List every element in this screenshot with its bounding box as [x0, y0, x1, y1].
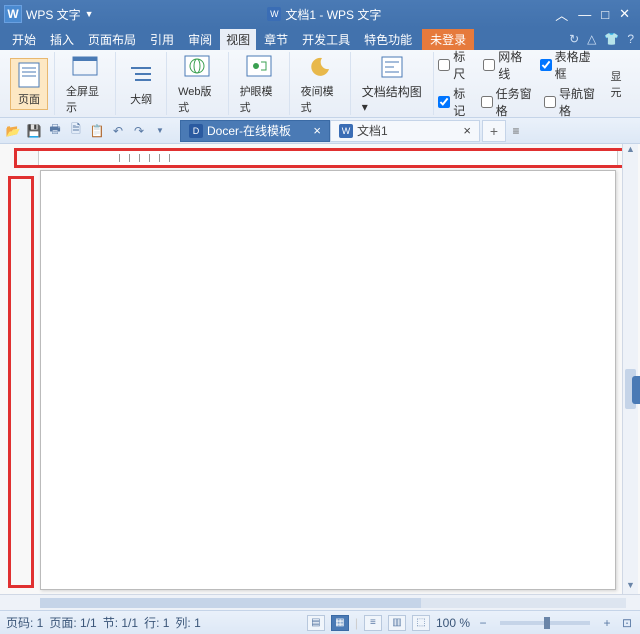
view-mode-5[interactable]: ⬚ [412, 615, 430, 631]
redo-button[interactable]: ↷ [130, 122, 148, 140]
ribbon-overflow[interactable]: 显元 [605, 65, 634, 103]
view-mode-2[interactable]: ▦ [331, 615, 349, 631]
menu-view[interactable]: 视图 [220, 29, 256, 50]
menu-bar: 开始 插入 页面布局 引用 审阅 视图 章节 开发工具 特色功能 未登录 ↻ △… [0, 28, 640, 50]
menu-references[interactable]: 引用 [144, 29, 180, 50]
menu-insert[interactable]: 插入 [44, 29, 80, 50]
tab-close-icon[interactable]: × [463, 123, 471, 138]
zoom-in-button[interactable]: + [600, 616, 614, 630]
status-line[interactable]: 行: 1 [144, 614, 169, 631]
side-panel-toggle[interactable] [632, 376, 640, 404]
scroll-up-icon[interactable]: ▲ [623, 144, 638, 158]
zoom-slider[interactable] [500, 621, 590, 625]
menu-start[interactable]: 开始 [6, 29, 42, 50]
check-navpane[interactable]: 导航窗格 [544, 85, 599, 119]
refresh-icon[interactable]: ↻ [569, 32, 579, 46]
print-preview-button[interactable]: 🗎 [67, 122, 85, 140]
undo-button[interactable]: ↶ [109, 122, 127, 140]
workspace: ▲ ▼ [0, 144, 640, 594]
quick-access-toolbar: 📂 💾 🖶 🗎 📋 ↶ ↷ ▼ D Docer-在线模板 × W 文档1 × +… [0, 118, 640, 144]
zoom-out-button[interactable]: − [476, 616, 490, 630]
tab-add-button[interactable]: + [482, 120, 506, 142]
skin-icon[interactable]: 👕 [604, 32, 619, 46]
tab-docer[interactable]: D Docer-在线模板 × [180, 120, 330, 142]
menu-special[interactable]: 特色功能 [358, 29, 418, 50]
annotation-box-vertical [8, 176, 34, 588]
window-title: 文档1 - WPS 文字 [285, 6, 381, 23]
view-mode-3[interactable]: ≡ [364, 615, 382, 631]
minimize-button[interactable]: — [578, 7, 591, 22]
web-layout-button[interactable]: Web版式 [173, 50, 221, 118]
view-mode-4[interactable]: ▥ [388, 615, 406, 631]
fullscreen-icon [71, 53, 99, 81]
fullscreen-button[interactable]: 全屏显示 [61, 50, 109, 118]
status-page-code[interactable]: 页码: 1 [6, 614, 43, 631]
check-taskpane[interactable]: 任务窗格 [481, 85, 536, 119]
menu-pagelayout[interactable]: 页面布局 [82, 29, 142, 50]
paste-button[interactable]: 📋 [88, 122, 106, 140]
tab-close-icon[interactable]: × [313, 123, 321, 138]
print-button[interactable]: 🖶 [46, 122, 64, 140]
save-button[interactable]: 💾 [25, 122, 43, 140]
page-view-icon [15, 61, 43, 89]
vertical-scrollbar[interactable]: ▲ ▼ [622, 144, 638, 594]
ribbon-collapse-icon[interactable]: ︿ [555, 5, 568, 24]
close-button[interactable]: ✕ [619, 6, 630, 22]
outline-icon [127, 61, 155, 89]
maximize-button[interactable]: □ [601, 7, 609, 22]
fit-button[interactable]: ⊡ [620, 616, 634, 630]
annotation-box-horizontal [14, 148, 630, 168]
eye-icon [245, 53, 273, 81]
login-button[interactable]: 未登录 [422, 29, 474, 50]
status-section[interactable]: 节: 1/1 [103, 614, 138, 631]
doc-icon: W [267, 7, 281, 21]
doc-structure-button[interactable]: 文档结构图 ▾ [357, 50, 427, 117]
horizontal-scrollbar[interactable] [0, 594, 640, 610]
status-bar: 页码: 1 页面: 1/1 节: 1/1 行: 1 列: 1 ▤ ▦ | ≡ ▥… [0, 610, 640, 634]
help-icon[interactable]: ? [627, 32, 634, 46]
check-markup[interactable]: 标记 [438, 85, 472, 119]
app-icon: W [4, 5, 22, 23]
outline-button[interactable]: 大纲 [122, 58, 160, 110]
hscroll-thumb[interactable] [40, 598, 421, 608]
night-mode-button[interactable]: 夜间模式 [296, 50, 344, 118]
check-table-frame[interactable]: 表格虚框 [540, 48, 600, 82]
open-button[interactable]: 📂 [4, 122, 22, 140]
moon-icon [306, 53, 334, 81]
document-page[interactable] [40, 170, 616, 590]
qat-dropdown[interactable]: ▼ [151, 122, 169, 140]
docer-icon: D [189, 124, 203, 138]
menu-chapter[interactable]: 章节 [258, 29, 294, 50]
title-bar: W WPS 文字 ▼ W 文档1 - WPS 文字 ︿ — □ ✕ [0, 0, 640, 28]
structure-icon [378, 53, 406, 81]
check-gridlines[interactable]: 网格线 [483, 48, 531, 82]
web-icon [183, 53, 211, 81]
status-col[interactable]: 列: 1 [175, 614, 200, 631]
tab-doc1[interactable]: W 文档1 × [330, 120, 480, 142]
check-ruler[interactable]: 标尺 [438, 48, 475, 82]
eye-protect-button[interactable]: 护眼模式 [235, 50, 283, 118]
status-page[interactable]: 页面: 1/1 [49, 614, 96, 631]
ribbon: 页面 全屏显示 大纲 Web版式 护眼模式 夜间模式 [0, 50, 640, 118]
tab-list-button[interactable]: ≡ [506, 124, 526, 138]
view-mode-1[interactable]: ▤ [307, 615, 325, 631]
cloud-icon[interactable]: △ [587, 32, 596, 46]
doc-icon: W [339, 124, 353, 138]
view-page-button[interactable]: 页面 [10, 58, 48, 110]
zoom-value[interactable]: 100 % [436, 616, 470, 630]
scroll-down-icon[interactable]: ▼ [623, 580, 638, 594]
menu-review[interactable]: 审阅 [182, 29, 218, 50]
menu-devtools[interactable]: 开发工具 [296, 29, 356, 50]
app-menu-dropdown[interactable]: ▼ [85, 9, 94, 19]
app-name: WPS 文字 [26, 6, 81, 23]
